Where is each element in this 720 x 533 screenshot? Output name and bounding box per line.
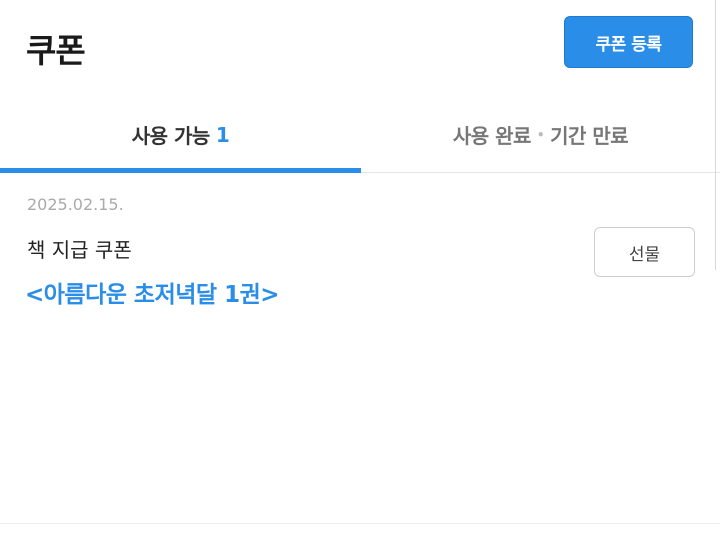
scrollbar[interactable]: [715, 0, 720, 270]
coupon-page: 쿠폰 쿠폰 등록 사용 가능 1 사용 완료 • 기간 만료 2025.02.1…: [0, 0, 720, 533]
coupon-tabs: 사용 가능 1 사용 완료 • 기간 만료: [0, 96, 720, 173]
tab-separator-dot: •: [536, 127, 545, 142]
tab-available-label: 사용 가능: [131, 124, 211, 148]
tab-expired-label: 기간 만료: [550, 124, 629, 148]
coupon-type: 책 지급 쿠폰: [27, 238, 132, 262]
coupon-date: 2025.02.15.: [27, 195, 124, 214]
tab-available[interactable]: 사용 가능 1: [0, 96, 361, 173]
page-title: 쿠폰: [26, 31, 86, 70]
bottom-divider: [0, 523, 720, 524]
coupon-item: 2025.02.15. 책 지급 쿠폰 <아름다운 초저녁달 1권> 선물: [0, 173, 720, 333]
gift-button[interactable]: 선물: [594, 227, 695, 277]
tab-used-expired[interactable]: 사용 완료 • 기간 만료: [361, 96, 720, 173]
tab-available-count: 1: [215, 122, 230, 147]
tab-used-label: 사용 완료: [452, 124, 532, 148]
coupon-book-title: <아름다운 초저녁달 1권>: [25, 282, 280, 308]
register-coupon-button[interactable]: 쿠폰 등록: [564, 16, 693, 68]
header: 쿠폰 쿠폰 등록: [0, 0, 720, 96]
